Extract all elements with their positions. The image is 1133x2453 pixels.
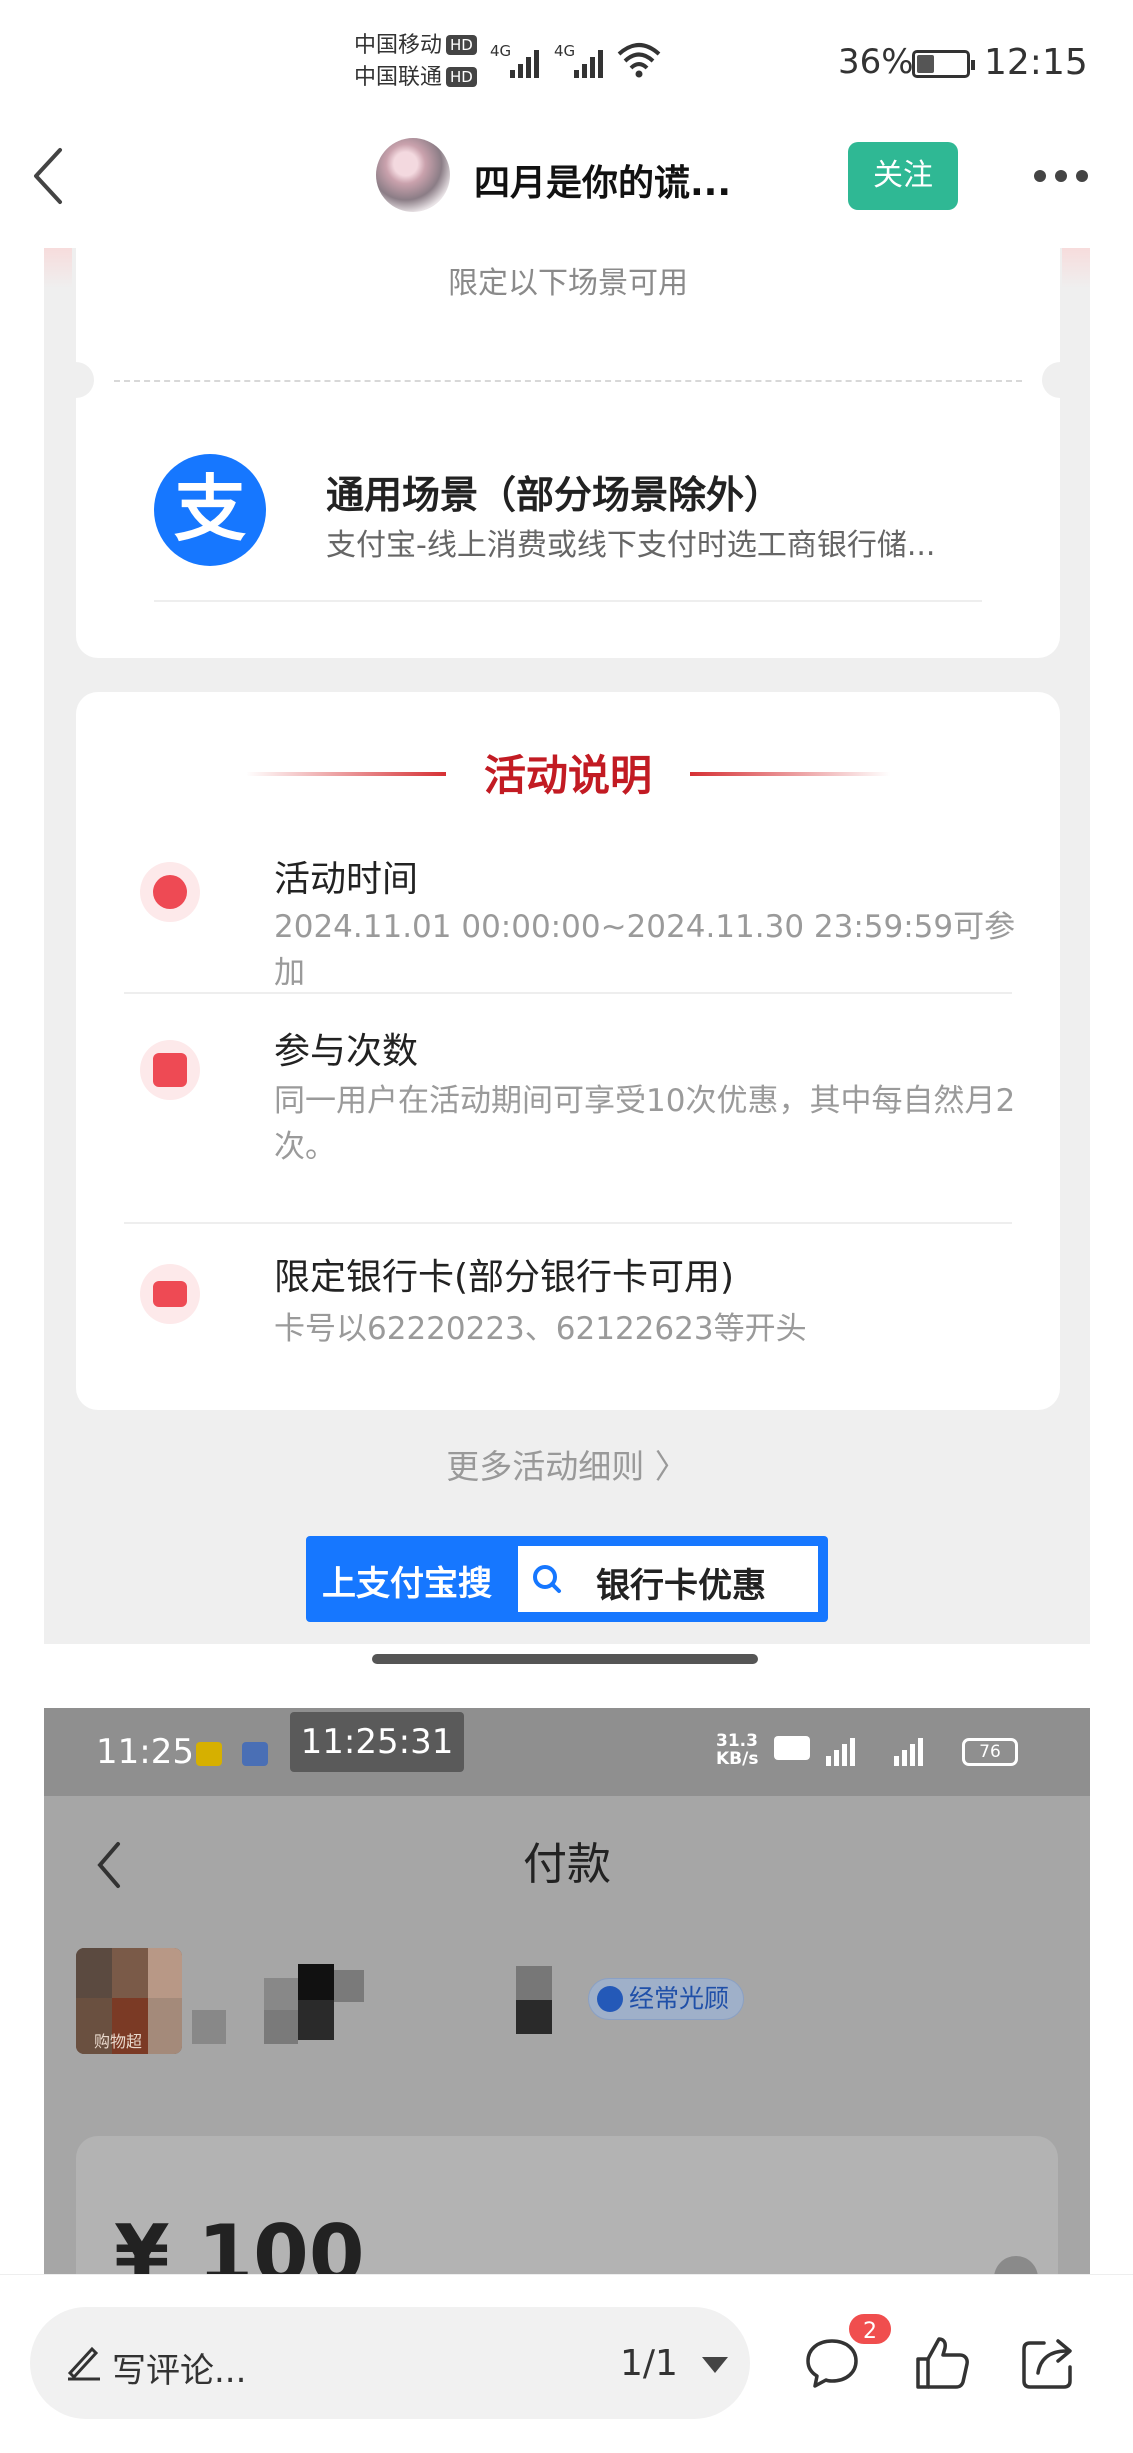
bottom-action-bar: 写评论... 1/1 2 bbox=[0, 2274, 1133, 2453]
alipay-logo-icon: 支 bbox=[154, 454, 266, 566]
pixelated-text bbox=[264, 2010, 298, 2044]
pixelated-text bbox=[264, 1978, 298, 2012]
alipay-search-banner[interactable]: 上支付宝搜 银行卡优惠 bbox=[306, 1536, 828, 1622]
carrier-1: 中国移动 bbox=[354, 33, 443, 58]
battery-percent: 36% bbox=[838, 42, 914, 82]
decor-right bbox=[1062, 248, 1090, 288]
net-speed-unit: KB/s bbox=[716, 1749, 759, 1769]
pixelated-text bbox=[334, 1970, 364, 2002]
status-bar: 中国移动 HD 中国联通 HD 4G 4G 36% 12:15 bbox=[0, 0, 1133, 130]
comment-count-badge: 2 bbox=[846, 2311, 894, 2347]
meituan-app-icon bbox=[196, 1742, 222, 1766]
pixelated-text bbox=[298, 2000, 334, 2040]
payment-amount: ¥ 100 bbox=[114, 2208, 365, 2276]
inner-time: 11:25 bbox=[96, 1732, 194, 1772]
inner-battery: 76 bbox=[962, 1738, 1018, 1766]
activity-card: 活动说明 活动时间 2024.11.01 00:00:00~2024.11.30… bbox=[76, 692, 1060, 1410]
page-indicator[interactable]: 1/1 bbox=[620, 2343, 678, 2384]
calendar-icon bbox=[140, 1040, 200, 1100]
comment-input[interactable]: 写评论... 1/1 bbox=[30, 2307, 750, 2419]
network-type-2: 4G bbox=[554, 42, 575, 60]
wifi-icon bbox=[617, 43, 661, 78]
dashed-divider bbox=[114, 380, 1022, 382]
participation-count-title: 参与次数 bbox=[274, 1031, 419, 1072]
title-decoration-right bbox=[690, 772, 890, 776]
search-icon bbox=[533, 1565, 561, 1593]
search-keyword-box: 银行卡优惠 bbox=[518, 1546, 818, 1612]
decor-left bbox=[44, 248, 72, 288]
payment-title: 付款 bbox=[523, 1839, 611, 1890]
activity-title: 活动说明 bbox=[483, 751, 652, 800]
inner-status-bar: 11:25 11:25:31 31.3 KB/s 76 bbox=[44, 1708, 1090, 1796]
pixelated-text bbox=[516, 1966, 552, 2000]
activity-time-desc: 2024.11.01 00:00:00~2024.11.30 23:59:59可… bbox=[274, 909, 1016, 991]
network-type-1: 4G bbox=[490, 42, 511, 60]
payment-screenshot: 11:25 11:25:31 31.3 KB/s 76 付款 购物超 经常光顾 … bbox=[44, 1708, 1090, 2276]
activity-time-title: 活动时间 bbox=[274, 859, 419, 900]
merchant-avatar: 购物超 bbox=[76, 1948, 182, 2054]
signal-icon: 4G bbox=[490, 42, 539, 78]
divider bbox=[154, 600, 982, 602]
participation-count-desc: 同一用户在活动期间可享受10次优惠，其中每自然月2次。 bbox=[274, 1083, 1016, 1165]
pixelated-text bbox=[298, 1964, 334, 2000]
ticket-notch bbox=[58, 362, 94, 398]
frequent-visitor-badge: 经常光顾 bbox=[588, 1978, 745, 2020]
bank-card-desc: 卡号以62220223、62122623等开头 bbox=[274, 1311, 807, 1347]
divider bbox=[124, 992, 1012, 994]
hd-badge: HD bbox=[446, 35, 477, 55]
net-speed-value: 31.3 bbox=[716, 1731, 758, 1751]
alipay-activity-screenshot: 限定以下场景可用 支 通用场景（部分场景除外） 支付宝-线上消费或线下支付时选工… bbox=[44, 248, 1090, 1644]
clock-icon bbox=[140, 862, 200, 922]
frequent-visitor-label: 经常光顾 bbox=[629, 1984, 730, 2013]
share-icon[interactable] bbox=[1018, 2333, 1078, 2393]
net-speed: 31.3 KB/s bbox=[716, 1732, 758, 1768]
signal-icon bbox=[774, 1736, 923, 1766]
scene-description: 支付宝-线上消费或线下支付时选工商银行储... bbox=[326, 528, 936, 563]
battery-level bbox=[917, 55, 935, 73]
more-options-icon[interactable] bbox=[1034, 170, 1088, 184]
follow-button[interactable]: 关注 bbox=[848, 142, 958, 210]
alipay-app-icon bbox=[242, 1742, 268, 1766]
carrier-info: 中国移动 HD 中国联通 HD bbox=[354, 30, 477, 94]
bank-card-title: 限定银行卡(部分银行卡可用) bbox=[274, 1257, 735, 1298]
battery-icon bbox=[912, 50, 975, 78]
bank-card-icon bbox=[140, 1264, 200, 1324]
page-dropdown-icon[interactable] bbox=[702, 2357, 728, 2373]
search-keyword: 银行卡优惠 bbox=[596, 1566, 766, 1606]
check-icon bbox=[597, 1986, 623, 2012]
signal-icon: 4G bbox=[554, 42, 603, 78]
divider bbox=[124, 1222, 1012, 1224]
more-rules-link[interactable]: 更多活动细则 〉 bbox=[44, 1440, 1090, 1488]
comment-placeholder: 写评论... bbox=[112, 2351, 247, 2391]
scene-title: 通用场景（部分场景除外） bbox=[326, 473, 783, 517]
pen-icon bbox=[67, 2346, 100, 2381]
search-banner-label: 上支付宝搜 bbox=[322, 1564, 492, 1604]
scene-card: 限定以下场景可用 支 通用场景（部分场景除外） 支付宝-线上消费或线下支付时选工… bbox=[58, 248, 1078, 658]
merchant-label: 购物超 bbox=[94, 2032, 143, 2051]
like-icon[interactable] bbox=[912, 2333, 972, 2393]
pixelated-text bbox=[516, 2000, 552, 2034]
carrier-2: 中国联通 bbox=[354, 65, 443, 90]
home-indicator bbox=[372, 1654, 758, 1664]
clock: 12:15 bbox=[984, 42, 1088, 83]
author-avatar[interactable] bbox=[376, 138, 450, 212]
timestamp-chip: 11:25:31 bbox=[290, 1712, 464, 1772]
author-name[interactable]: 四月是你的谎... bbox=[474, 154, 731, 206]
back-icon[interactable] bbox=[28, 146, 68, 206]
scene-note: 限定以下场景可用 bbox=[448, 266, 688, 301]
pixelated-text bbox=[192, 2010, 226, 2044]
ticket-notch bbox=[1042, 362, 1078, 398]
hd-badge: HD bbox=[446, 67, 477, 87]
